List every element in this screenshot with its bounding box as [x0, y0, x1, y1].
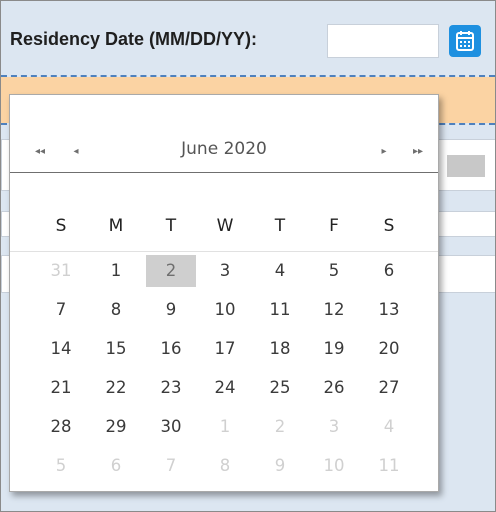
day-cell[interactable]: 25: [253, 372, 307, 404]
day-cell[interactable]: 12: [307, 294, 361, 326]
day-cell[interactable]: 10: [307, 450, 361, 482]
day-cell[interactable]: 16: [144, 333, 198, 365]
day-cell[interactable]: 6: [89, 450, 143, 482]
day-cell[interactable]: 7: [34, 294, 88, 326]
date-picker-popup: ◂◂ ◂ June 2020 ▸ ▸▸ S M T W T F S 31 1 2 3 4…: [9, 94, 439, 492]
day-cell[interactable]: 14: [34, 333, 88, 365]
residency-date-input[interactable]: [327, 24, 439, 58]
double-chevron-right-icon: ▸▸: [412, 145, 424, 157]
selected-day-cell[interactable]: 2: [144, 255, 198, 287]
header-divider: [10, 172, 438, 173]
weekday-header: T: [274, 216, 286, 236]
next-year-button[interactable]: ▸▸: [406, 141, 430, 161]
day-cell[interactable]: 29: [89, 411, 143, 443]
day-cell[interactable]: 15: [89, 333, 143, 365]
day-cell[interactable]: 6: [362, 255, 416, 287]
day-cell[interactable]: 4: [362, 411, 416, 443]
weekday-header: T: [165, 216, 177, 236]
day-cell[interactable]: 27: [362, 372, 416, 404]
day-cell[interactable]: 8: [89, 294, 143, 326]
day-cell[interactable]: 5: [34, 450, 88, 482]
day-cell[interactable]: 3: [198, 255, 252, 287]
weekday-header: M: [108, 216, 124, 236]
chevron-right-icon: ▸: [381, 145, 387, 157]
day-cell[interactable]: 2: [253, 411, 307, 443]
residency-date-label: Residency Date (MM/DD/YY):: [10, 29, 258, 49]
day-cell[interactable]: 17: [198, 333, 252, 365]
day-cell[interactable]: 1: [198, 411, 252, 443]
date-picker-header: ◂◂ ◂ June 2020 ▸ ▸▸: [10, 133, 438, 169]
day-cell[interactable]: 1: [89, 255, 143, 287]
day-cell[interactable]: 23: [144, 372, 198, 404]
day-cell[interactable]: 22: [89, 372, 143, 404]
day-cell[interactable]: 21: [34, 372, 88, 404]
day-cell[interactable]: 11: [362, 450, 416, 482]
calendar-icon: [449, 25, 481, 57]
weekday-header: S: [55, 216, 67, 236]
day-cell[interactable]: 4: [253, 255, 307, 287]
day-cell[interactable]: 19: [307, 333, 361, 365]
day-cell[interactable]: 31: [34, 255, 88, 287]
background-field: [447, 155, 485, 177]
calendar-button[interactable]: [449, 25, 481, 57]
weekday-header: F: [329, 216, 339, 236]
day-cell[interactable]: 9: [253, 450, 307, 482]
day-cell[interactable]: 30: [144, 411, 198, 443]
next-month-button[interactable]: ▸: [372, 141, 396, 161]
day-cell[interactable]: 5: [307, 255, 361, 287]
day-cell[interactable]: 10: [198, 294, 252, 326]
day-cell[interactable]: 24: [198, 372, 252, 404]
day-cell[interactable]: 7: [144, 450, 198, 482]
weekday-header: S: [383, 216, 395, 236]
day-cell[interactable]: 11: [253, 294, 307, 326]
day-cell[interactable]: 8: [198, 450, 252, 482]
form-panel: Residency Date (MM/DD/YY): ◂◂ ◂ June 202…: [0, 0, 496, 512]
day-cell[interactable]: 18: [253, 333, 307, 365]
residency-date-row: Residency Date (MM/DD/YY):: [1, 1, 495, 75]
day-cell[interactable]: 20: [362, 333, 416, 365]
day-cell[interactable]: 26: [307, 372, 361, 404]
weekday-header: W: [216, 216, 234, 236]
day-cell[interactable]: 13: [362, 294, 416, 326]
day-cell[interactable]: 9: [144, 294, 198, 326]
weekday-divider: [10, 251, 438, 252]
day-cell[interactable]: 3: [307, 411, 361, 443]
day-cell[interactable]: 28: [34, 411, 88, 443]
